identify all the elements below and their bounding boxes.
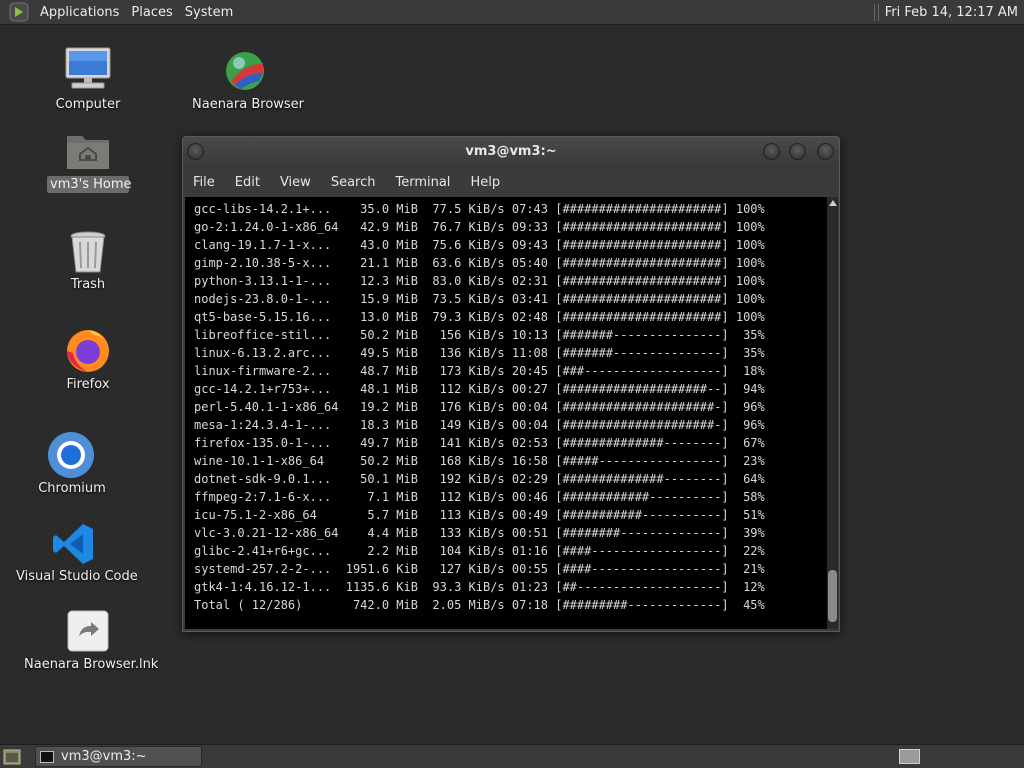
menu-help[interactable]: Help [460, 175, 510, 190]
shortcut-file-icon [67, 610, 109, 652]
scrollbar-thumb[interactable] [828, 570, 837, 622]
menu-view[interactable]: View [270, 175, 321, 190]
desktop-icon-label: Trash [70, 277, 106, 292]
terminal-line: glibc-2.41+r6+gc... 2.2 MiB 104 KiB/s 01… [194, 544, 765, 558]
taskbar-terminal-button[interactable]: vm3@vm3:~ [35, 746, 202, 767]
terminal-icon [40, 750, 54, 763]
terminal-line: go-2:1.24.0-1-x86_64 42.9 MiB 76.7 KiB/s… [194, 220, 765, 234]
terminal-line: firefox-135.0-1-... 49.7 MiB 141 KiB/s 0… [194, 436, 765, 450]
terminal-line: linux-6.13.2.arc... 49.5 MiB 136 KiB/s 1… [194, 346, 765, 360]
terminal-line: Total ( 12/286) 742.0 MiB 2.05 MiB/s 07:… [194, 598, 765, 612]
applications-menu-icon[interactable] [9, 2, 29, 22]
terminal-line: icu-75.1-2-x86_64 5.7 MiB 113 KiB/s 00:4… [194, 508, 765, 522]
show-desktop-icon[interactable] [3, 749, 21, 765]
terminal-line: libreoffice-stil... 50.2 MiB 156 KiB/s 1… [194, 328, 765, 342]
desktop-icon-trash[interactable]: Trash [44, 228, 132, 294]
terminal-line: vlc-3.0.21-12-x86_64 4.4 MiB 133 KiB/s 0… [194, 526, 765, 540]
terminal-line: gcc-14.2.1+r753+... 48.1 MiB 112 KiB/s 0… [194, 382, 765, 396]
chromium-icon [48, 432, 94, 478]
desktop-icon-chromium[interactable]: Chromium [28, 430, 116, 498]
bottom-panel: vm3@vm3:~ [0, 744, 1024, 768]
terminal-line: systemd-257.2-2-... 1951.6 KiB 127 KiB/s… [194, 562, 765, 576]
naenara-browser-icon [226, 52, 264, 90]
desktop-icon-label: Computer [55, 97, 121, 112]
terminal-line: linux-firmware-2... 48.7 MiB 173 KiB/s 2… [194, 364, 765, 378]
menu-terminal[interactable]: Terminal [385, 175, 460, 190]
desktop-icon-firefox[interactable]: Firefox [44, 326, 132, 394]
terminal-line: nodejs-23.8.0-1-... 15.9 MiB 73.5 KiB/s … [194, 292, 765, 306]
terminal-menubar: File Edit View Search Terminal Help [183, 167, 839, 197]
clock[interactable]: Fri Feb 14, 12:17 AM [885, 5, 1024, 20]
menu-file[interactable]: File [183, 175, 225, 190]
window-titlebar[interactable]: vm3@vm3:~ [183, 137, 839, 167]
menu-search[interactable]: Search [321, 175, 386, 190]
terminal-line: clang-19.1.7-1-x... 43.0 MiB 75.6 KiB/s … [194, 238, 765, 252]
window-title: vm3@vm3:~ [465, 144, 557, 159]
terminal-line: python-3.13.1-1-... 12.3 MiB 83.0 KiB/s … [194, 274, 765, 288]
terminal-line: qt5-base-5.15.16... 13.0 MiB 79.3 KiB/s … [194, 310, 765, 324]
desktop-icon-home[interactable]: vm3's Home [44, 128, 132, 196]
terminal-text: gcc-libs-14.2.1+... 35.0 MiB 77.5 KiB/s … [194, 200, 824, 614]
terminal-line: ffmpeg-2:7.1-6-x... 7.1 MiB 112 KiB/s 00… [194, 490, 765, 504]
terminal-line: gcc-libs-14.2.1+... 35.0 MiB 77.5 KiB/s … [194, 202, 765, 216]
desktop-icon-label: Chromium [38, 481, 106, 496]
terminal-line: dotnet-sdk-9.0.1... 50.1 MiB 192 KiB/s 0… [194, 472, 765, 486]
desktop-icon-naenara-browser-lnk[interactable]: Naenara Browser.lnk [24, 608, 159, 674]
applications-menu[interactable]: Applications [34, 5, 125, 20]
desktop-icon-vscode[interactable]: Visual Studio Code [16, 520, 138, 586]
desktop-icon-label: Firefox [66, 377, 110, 392]
home-folder-icon [67, 136, 109, 169]
vertical-scrollbar[interactable] [827, 197, 838, 629]
top-panel: Applications Places System Fri Feb 14, 1… [0, 0, 1024, 25]
minimize-button[interactable] [763, 143, 780, 160]
workspace-switcher[interactable] [899, 749, 920, 764]
terminal-window[interactable]: vm3@vm3:~ File Edit View Search Terminal… [182, 136, 840, 632]
terminal-line: gimp-2.10.38-5-x... 21.1 MiB 63.6 KiB/s … [194, 256, 765, 270]
desktop-icon-label: Naenara Browser [192, 97, 305, 112]
close-button[interactable] [817, 143, 834, 160]
desktop-icon-computer[interactable]: Computer [44, 44, 132, 116]
desktop-icon-label: vm3's Home [47, 176, 132, 193]
vscode-icon [53, 524, 93, 564]
terminal-line: wine-10.1-1-x86_64 50.2 MiB 168 KiB/s 16… [194, 454, 765, 468]
desktop-icon-label: Naenara Browser.lnk [24, 657, 159, 672]
desktop-icon-label: Visual Studio Code [16, 569, 138, 584]
system-menu[interactable]: System [179, 5, 239, 20]
terminal-line: gtk4-1:4.16.12-1... 1135.6 KiB 93.3 KiB/… [194, 580, 765, 594]
trash-icon [70, 231, 106, 273]
taskbar-window-label: vm3@vm3:~ [61, 749, 147, 764]
terminal-output[interactable]: gcc-libs-14.2.1+... 35.0 MiB 77.5 KiB/s … [185, 197, 827, 629]
panel-separator [873, 4, 879, 21]
desktop-icon-naenara-browser[interactable]: Naenara Browser [192, 50, 305, 116]
computer-icon [65, 47, 111, 89]
scroll-up-arrow-icon[interactable] [829, 200, 837, 206]
menu-edit[interactable]: Edit [225, 175, 270, 190]
terminal-line: mesa-1:24.3.4-1-... 18.3 MiB 149 KiB/s 0… [194, 418, 765, 432]
maximize-button[interactable] [789, 143, 806, 160]
terminal-line: perl-5.40.1-1-x86_64 19.2 MiB 176 KiB/s … [194, 400, 765, 414]
firefox-icon [67, 330, 109, 372]
places-menu[interactable]: Places [125, 5, 178, 20]
